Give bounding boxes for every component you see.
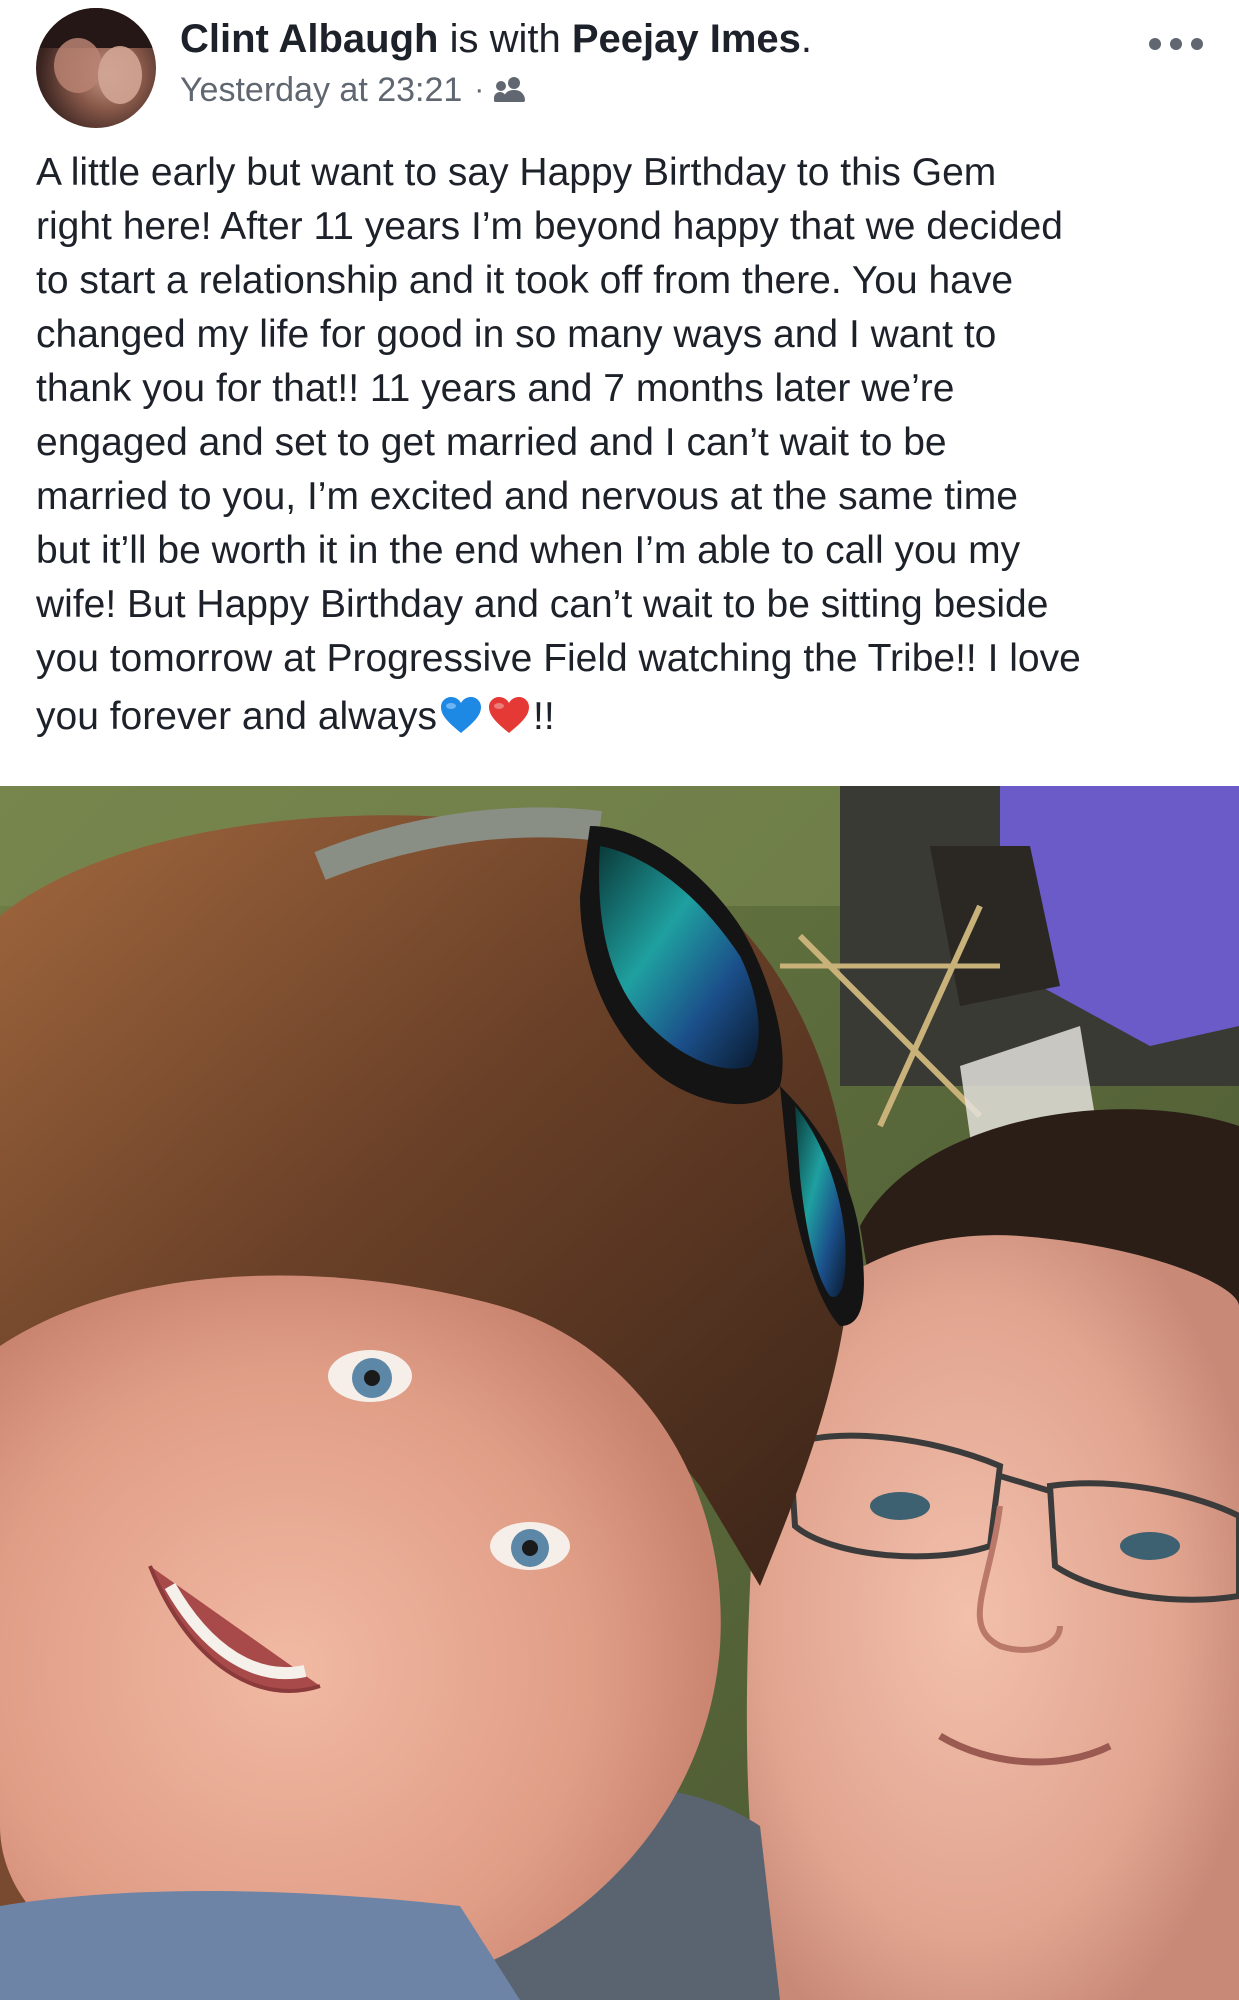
post-text-line: married to you, I’m excited and nervous … bbox=[36, 475, 1018, 518]
tagged-name-link[interactable]: Peejay Imes bbox=[572, 17, 801, 61]
post-text-line: but it’ll be worth it in the end when I’… bbox=[36, 529, 1021, 572]
post-text-line: changed my life for good in so many ways… bbox=[36, 313, 997, 356]
author-avatar[interactable] bbox=[36, 8, 156, 128]
post-text-line: A little early but want to say Happy Bir… bbox=[36, 151, 997, 194]
post-photo[interactable] bbox=[0, 786, 1239, 2000]
post-text-line: thank you for that!! 11 years and 7 mont… bbox=[36, 367, 955, 410]
red-heart-icon bbox=[489, 697, 530, 733]
with-text: is with bbox=[438, 17, 572, 61]
friends-icon[interactable] bbox=[494, 75, 530, 105]
post-text-line: you tomorrow at Progressive Field watchi… bbox=[36, 637, 1081, 680]
post-text-line: to start a relationship and it took off … bbox=[36, 259, 1014, 302]
post-meta: Yesterday at 23:21 · bbox=[180, 68, 530, 112]
meta-separator: · bbox=[474, 73, 485, 106]
post-text-last-line: you forever and always!! bbox=[36, 690, 1216, 744]
more-options-icon[interactable] bbox=[1149, 34, 1203, 54]
post-text-line: wife! But Happy Birthday and can’t wait … bbox=[36, 583, 1049, 626]
author-name-link[interactable]: Clint Albaugh bbox=[180, 17, 438, 61]
post-header: Clint Albaugh is with Peejay Imes. Yeste… bbox=[0, 0, 1239, 140]
period-text: . bbox=[800, 17, 813, 61]
post-text-line: right here! After 11 years I’m beyond ha… bbox=[36, 205, 1063, 248]
post-text-last-prefix: you forever and always bbox=[36, 695, 438, 738]
blue-heart-icon bbox=[441, 697, 482, 733]
post-body-text: A little early but want to say Happy Bir… bbox=[36, 146, 1216, 744]
post-author-line: Clint Albaugh is with Peejay Imes. bbox=[180, 14, 812, 64]
post-timestamp[interactable]: Yesterday at 23:21 bbox=[180, 68, 462, 112]
selfie-photo-illustration bbox=[0, 786, 1239, 2000]
post-text-line: engaged and set to get married and I can… bbox=[36, 421, 947, 464]
post-text-last-suffix: !! bbox=[533, 695, 555, 738]
